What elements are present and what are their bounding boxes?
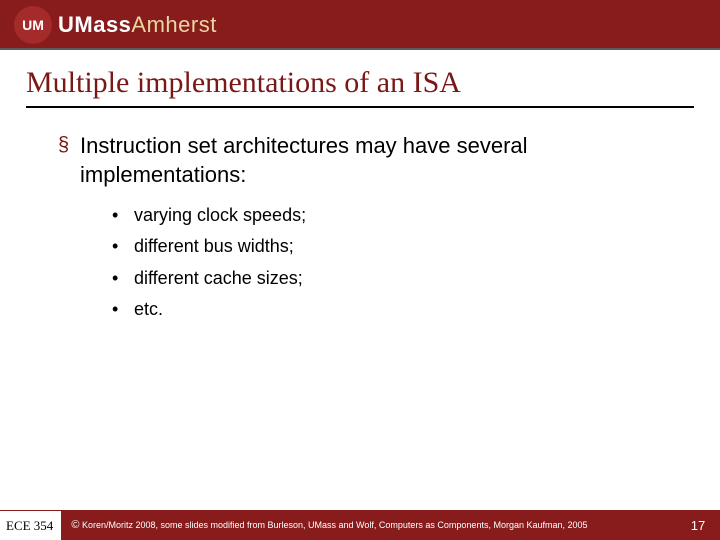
bullet-level1-text: Instruction set architectures may have s… xyxy=(80,132,680,189)
footer-page-number: 17 xyxy=(676,518,720,533)
bullet-icon: • xyxy=(112,203,134,228)
header-band: UM UMassAmherst xyxy=(0,0,720,58)
footer-credits-text: Koren/Moritz 2008, some slides modified … xyxy=(82,520,588,530)
list-item: • different cache sizes; xyxy=(112,266,680,291)
title-rule xyxy=(26,106,694,108)
list-item-text: varying clock speeds; xyxy=(134,203,306,228)
list-item-text: different bus widths; xyxy=(134,234,294,259)
title-area: Multiple implementations of an ISA xyxy=(0,58,720,114)
copyright-icon: © xyxy=(71,519,79,531)
umass-logo-icon: UM xyxy=(14,6,52,44)
header-inner: UM UMassAmherst xyxy=(14,6,217,44)
section-icon: § xyxy=(58,132,80,189)
list-item-text: different cache sizes; xyxy=(134,266,303,291)
content: § Instruction set architectures may have… xyxy=(0,114,720,540)
bullet-level2-list: • varying clock speeds; • different bus … xyxy=(112,203,680,322)
wordmark-left: UMass xyxy=(58,12,131,37)
list-item: • varying clock speeds; xyxy=(112,203,680,228)
wordmark: UMassAmherst xyxy=(58,12,217,38)
wordmark-right: Amherst xyxy=(131,12,216,37)
list-item-text: etc. xyxy=(134,297,163,322)
bullet-icon: • xyxy=(112,234,134,259)
slide: UM UMassAmherst Multiple implementations… xyxy=(0,0,720,540)
footer: ECE 354 © Koren/Moritz 2008, some slides… xyxy=(0,510,720,540)
footer-credits: © Koren/Moritz 2008, some slides modifie… xyxy=(61,519,676,531)
footer-course: ECE 354 xyxy=(0,510,61,540)
list-item: • etc. xyxy=(112,297,680,322)
slide-title: Multiple implementations of an ISA xyxy=(26,66,694,104)
bullet-icon: • xyxy=(112,266,134,291)
bullet-icon: • xyxy=(112,297,134,322)
bullet-level1: § Instruction set architectures may have… xyxy=(58,132,680,189)
list-item: • different bus widths; xyxy=(112,234,680,259)
header-rule xyxy=(0,48,720,58)
